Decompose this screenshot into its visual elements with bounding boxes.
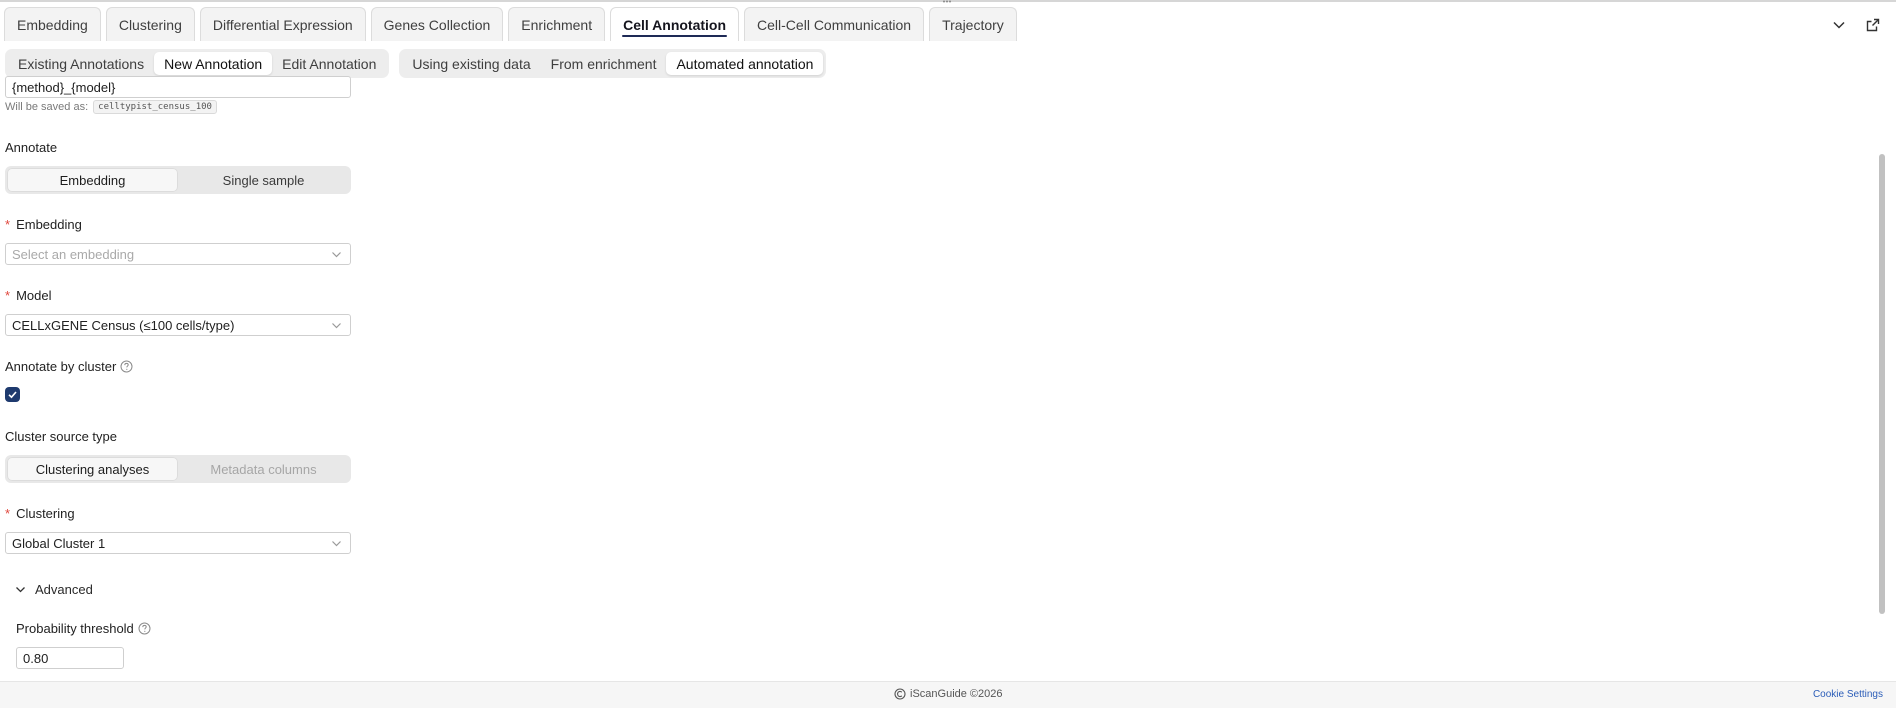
model-label: * Model [5,288,51,303]
annotate-toggle: Embedding Single sample [5,166,351,194]
probability-threshold-label: Probability threshold [16,621,151,636]
annotate-option-single-sample[interactable]: Single sample [178,168,349,192]
sub-toolbar: Existing Annotations New Annotation Edit… [5,49,827,78]
seg-new-annotation[interactable]: New Annotation [154,52,273,75]
top-actions [1830,16,1882,34]
clustering-label: * Clustering [5,506,75,521]
chevron-down-icon [332,541,341,547]
cluster-source-toggle: Clustering analyses Metadata columns [5,455,351,483]
cluster-source-clustering-analyses[interactable]: Clustering analyses [7,457,178,481]
embedding-select[interactable]: Select an embedding [5,243,351,265]
annotate-label: Annotate [5,140,57,155]
saved-as-value: celltypist_census_100 [93,100,217,114]
brand-logo-icon [894,688,906,700]
clustering-value: Global Cluster 1 [12,535,106,551]
check-icon [8,391,17,399]
probability-threshold-text: Probability threshold [16,621,134,636]
seg-automated-annotation[interactable]: Automated annotation [666,52,824,75]
model-value: CELLxGENE Census (≤100 cells/type) [12,317,235,333]
saved-as-hint: Will be saved as: celltypist_census_100 [5,100,217,114]
footer-brand-text: iScanGuide ©2026 [910,688,1003,700]
cluster-source-metadata-columns[interactable]: Metadata columns [178,457,349,481]
open-external-icon[interactable] [1864,16,1882,34]
help-icon[interactable] [120,360,133,373]
clustering-label-text: Clustering [16,506,75,521]
probability-threshold-input[interactable]: 0.80 [16,647,124,669]
saved-as-label: Will be saved as: [5,101,89,113]
tab-cell-annotation[interactable]: Cell Annotation [610,7,740,41]
chevron-down-icon [332,323,341,329]
seg-edit-annotation[interactable]: Edit Annotation [272,52,386,75]
required-marker: * [5,217,11,232]
cluster-source-label: Cluster source type [5,429,117,444]
tab-genes-collection[interactable]: Genes Collection [370,7,504,41]
annotation-mode-switch: Existing Annotations New Annotation Edit… [5,49,390,78]
chevron-down-icon [332,252,341,258]
annotate-option-embedding[interactable]: Embedding [7,168,178,192]
drag-handle-icon[interactable] [942,0,952,4]
annotate-by-cluster-label: Annotate by cluster [5,359,133,374]
embedding-label: * Embedding [5,217,82,232]
tab-differential-expression[interactable]: Differential Expression [199,7,366,41]
cookie-settings-link[interactable]: Cookie Settings [1813,689,1883,700]
chevron-down-icon[interactable] [1830,16,1848,34]
tab-cell-cell-communication[interactable]: Cell-Cell Communication [744,7,925,41]
model-select[interactable]: CELLxGENE Census (≤100 cells/type) [5,314,351,336]
model-label-text: Model [16,288,52,303]
source-mode-switch: Using existing data From enrichment Auto… [399,49,827,78]
advanced-toggle[interactable]: Advanced [15,582,93,597]
required-marker: * [5,506,11,521]
cluster-source-text: Cluster source type [5,429,117,444]
vertical-scrollbar[interactable] [1877,82,1887,680]
seg-existing-annotations[interactable]: Existing Annotations [8,52,154,75]
help-icon[interactable] [138,622,151,635]
embedding-label-text: Embedding [16,217,82,232]
footer-brand: iScanGuide ©2026 [894,688,1003,700]
tab-clustering[interactable]: Clustering [105,7,195,41]
scrollbar-thumb[interactable] [1879,154,1885,614]
tab-enrichment[interactable]: Enrichment [508,7,606,41]
annotate-by-cluster-text: Annotate by cluster [5,359,117,374]
seg-from-enrichment[interactable]: From enrichment [541,52,667,75]
top-tab-bar: Embedding Clustering Differential Expres… [0,0,1896,48]
required-marker: * [5,288,11,303]
embedding-placeholder: Select an embedding [12,246,135,262]
chevron-down-icon [16,587,25,593]
tab-embedding[interactable]: Embedding [4,7,101,41]
annotation-name-input[interactable]: {method}_{model} [5,76,351,98]
annotate-by-cluster-checkbox[interactable] [5,387,20,402]
footer: iScanGuide ©2026 Cookie Settings [0,681,1896,708]
clustering-select[interactable]: Global Cluster 1 [5,532,351,554]
seg-using-existing-data[interactable]: Using existing data [402,52,540,75]
main-tabs: Embedding Clustering Differential Expres… [4,7,1017,41]
annotate-label-text: Annotate [5,140,58,155]
advanced-label: Advanced [35,582,93,597]
tab-trajectory[interactable]: Trajectory [929,7,1017,41]
